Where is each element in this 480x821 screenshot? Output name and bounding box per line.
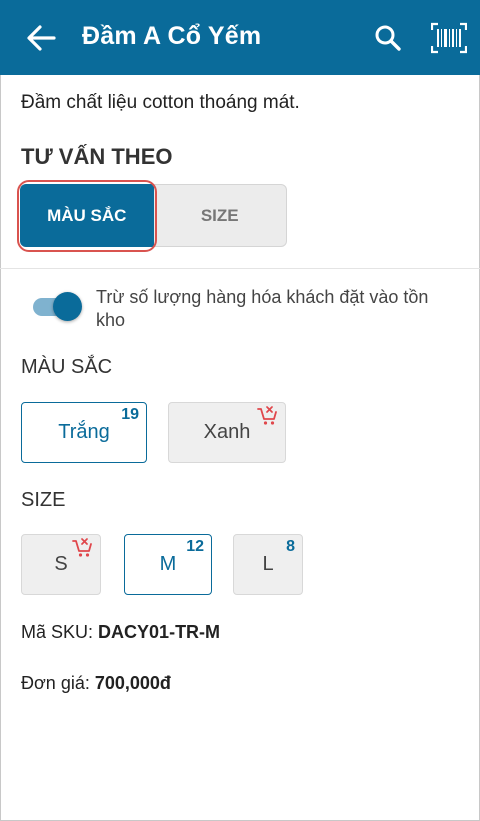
stock-count-badge: 12	[186, 538, 204, 555]
price-label: Đơn giá:	[21, 673, 90, 693]
sku-label: Mã SKU:	[21, 622, 94, 642]
advice-section-title: TƯ VẤN THEO	[21, 144, 173, 169]
color-option-blue[interactable]: Xanh	[168, 402, 286, 463]
stock-count-badge: 19	[121, 406, 139, 423]
barcode-icon	[431, 22, 467, 54]
out-of-stock-cart-icon	[257, 406, 277, 425]
search-button[interactable]	[372, 22, 404, 54]
size-option-label: L	[262, 553, 274, 575]
color-option-label: Trắng	[58, 421, 110, 443]
deduct-stock-toggle[interactable]	[33, 292, 83, 321]
page-title: Đầm A Cổ Yếm	[82, 22, 262, 50]
barcode-scan-button[interactable]	[430, 20, 468, 56]
deduct-stock-label: Trừ số lượng hàng hóa khách đặt vào tồn …	[96, 287, 429, 330]
size-option-l[interactable]: L 8	[233, 534, 303, 595]
size-option-label: S	[54, 553, 68, 575]
size-option-s[interactable]: S	[21, 534, 101, 595]
tab-color[interactable]: MÀU SẮC	[20, 184, 154, 247]
app-bar: Đầm A Cổ Yếm	[0, 0, 480, 75]
size-group-label: SIZE	[21, 489, 66, 511]
color-group-label: MÀU SẮC	[21, 356, 113, 378]
out-of-stock-cart-icon	[72, 538, 92, 557]
back-arrow-icon	[27, 25, 56, 51]
color-option-white[interactable]: Trắng 19	[21, 402, 147, 463]
size-option-label: M	[159, 553, 177, 575]
stock-count-badge: 8	[286, 538, 295, 555]
price-value: 700,000đ	[94, 673, 171, 693]
search-icon	[375, 25, 401, 51]
price-row: Đơn giá: 700,000đ	[21, 673, 171, 694]
color-option-label: Xanh	[203, 421, 251, 443]
sku-row: Mã SKU: DACY01-TR-M	[21, 622, 220, 643]
back-button[interactable]	[24, 22, 58, 54]
divider	[0, 268, 480, 269]
sku-value: DACY01-TR-M	[98, 622, 221, 642]
tab-size[interactable]: SIZE	[153, 184, 287, 247]
advice-segmented-control: MÀU SẮC SIZE	[20, 184, 287, 247]
product-description: Đầm chất liệu cotton thoáng mát.	[21, 92, 300, 113]
size-option-m[interactable]: M 12	[124, 534, 212, 595]
toggle-knob	[53, 292, 82, 321]
